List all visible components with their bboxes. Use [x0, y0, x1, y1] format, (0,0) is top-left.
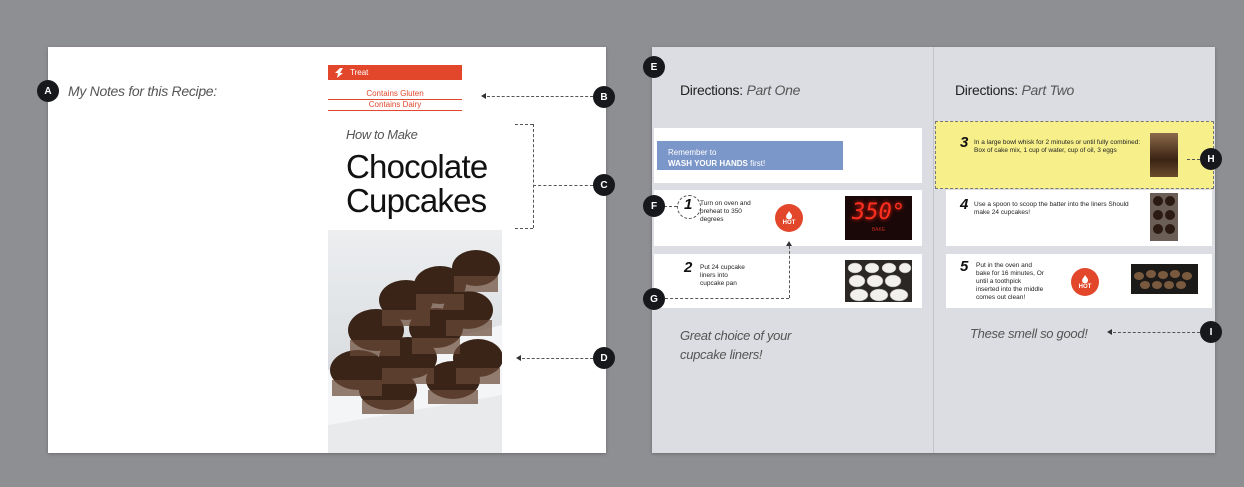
callout-c-bracket-top: [515, 124, 533, 125]
callout-b-leader: [487, 96, 593, 97]
pan-liners-illustration: [847, 262, 912, 302]
callout-h: H: [1200, 148, 1222, 170]
hot-label: HOT: [782, 219, 796, 226]
liners-note: Great choice of your cupcake liners!: [680, 328, 792, 362]
notes-heading: My Notes for this Recipe:: [68, 83, 217, 99]
flame-icon: [1082, 274, 1089, 283]
callout-b-arrow: [481, 93, 486, 99]
treat-label: Treat: [350, 68, 369, 77]
cupcakes-photo: [328, 230, 502, 453]
directions-part-two-title: Directions: Part Two: [955, 82, 1074, 98]
remember-rest: first!: [750, 159, 766, 168]
oven-cupcakes-photo: [1131, 264, 1198, 294]
scooping-batter-photo: [1150, 193, 1178, 241]
title-line-2: Cupcakes: [346, 182, 487, 219]
callout-i-leader: [1113, 332, 1200, 333]
remember-line-1: Remember to: [668, 148, 717, 157]
callout-i: I: [1200, 321, 1222, 343]
part-label: Part Two: [1021, 82, 1075, 98]
cupcake-pan-photo: [845, 260, 912, 302]
step-1-text: Turn on oven and preheat to 350 degrees: [700, 200, 751, 223]
remember-bold: WASH YOUR HANDS: [668, 159, 748, 168]
step-5-text: Put in the oven and bake for 16 minutes,…: [976, 262, 1044, 301]
step-3-number: 3: [960, 134, 969, 151]
callout-c-bracket: [533, 124, 534, 228]
part-label: Part One: [746, 82, 801, 98]
callout-f-leader: [664, 206, 677, 207]
left-page-spread: [48, 47, 606, 453]
callout-e: E: [643, 56, 665, 78]
oven-mode: BAKE: [871, 227, 886, 233]
step-2-number: 2: [684, 259, 693, 276]
step-4-text: Use a spoon to scoop the batter into the…: [974, 201, 1129, 216]
step-2-text: Put 24 cupcake liners into cupcake pan: [700, 264, 745, 287]
cupcakes-illustration: [328, 250, 502, 453]
title-line-1: Chocolate: [346, 148, 488, 185]
callout-g-leader-vertical: [789, 246, 790, 298]
step-4-number: 4: [960, 196, 969, 213]
step-1-number: 1: [684, 196, 693, 213]
callout-g-arrow: [786, 241, 792, 246]
callout-c-leader: [533, 185, 593, 186]
smell-note: These smell so good!: [970, 326, 1088, 341]
hot-icon-step-1: HOT: [775, 204, 803, 232]
callout-g-leader: [665, 298, 789, 299]
directions-label: Directions:: [680, 82, 743, 98]
treat-icon: [335, 68, 343, 78]
directions-part-one-title: Directions: Part One: [680, 82, 800, 98]
callout-d-arrow: [516, 355, 521, 361]
step-5-number: 5: [960, 258, 969, 275]
directions-label: Directions:: [955, 82, 1018, 98]
callout-c: C: [593, 174, 615, 196]
tag-dairy: Contains Dairy: [328, 99, 462, 111]
step-3-text: In a large bowl whisk for 2 minutes or u…: [974, 139, 1141, 154]
oven-display-photo: 350° BAKE: [845, 196, 912, 240]
callout-b: B: [593, 86, 615, 108]
callout-h-leader: [1187, 159, 1200, 160]
page-fold: [933, 47, 934, 453]
callout-g: G: [643, 288, 665, 310]
callout-a: A: [37, 80, 59, 102]
hot-label: HOT: [1078, 283, 1092, 290]
how-to-label: How to Make: [346, 127, 418, 142]
treat-banner: Treat: [328, 65, 462, 80]
baking-cupcakes-illustration: [1134, 270, 1192, 289]
callout-d-leader: [522, 358, 593, 359]
whisk-batter-photo: [1150, 133, 1178, 177]
flame-icon: [786, 210, 793, 219]
callout-c-bracket-bottom: [515, 228, 533, 229]
batter-tray-illustration: [1153, 196, 1175, 234]
callout-d: D: [593, 347, 615, 369]
callout-f: F: [643, 195, 665, 217]
wash-hands-banner: Remember to WASH YOUR HANDS first!: [657, 141, 843, 170]
callout-i-arrow: [1107, 329, 1112, 335]
oven-temperature: 350°: [852, 200, 905, 225]
hot-icon-step-5: HOT: [1071, 268, 1099, 296]
